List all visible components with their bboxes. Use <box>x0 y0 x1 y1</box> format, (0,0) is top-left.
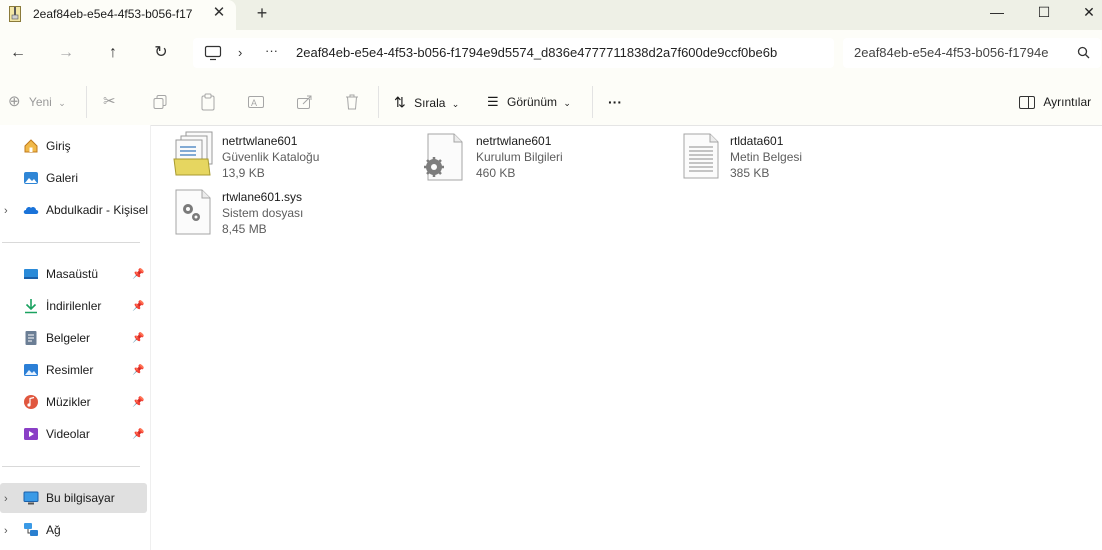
onedrive-cloud-icon <box>23 206 39 214</box>
sidebar-item-label: İndirilenler <box>46 299 102 313</box>
file-size: 385 KB <box>730 166 770 180</box>
svg-text:A: A <box>251 98 257 108</box>
sidebar-divider <box>2 242 140 243</box>
details-label: Ayrıntılar <box>1043 95 1092 109</box>
minimize-button[interactable]: — <box>974 0 1020 30</box>
file-type: Sistem dosyası <box>222 206 304 220</box>
more-button[interactable]: ··· <box>608 91 622 113</box>
sidebar-item-label: Ağ <box>46 523 61 537</box>
pictures-icon <box>24 364 38 376</box>
tab-close-icon[interactable]: ✕ <box>210 4 228 22</box>
download-icon <box>25 299 37 314</box>
archive-folder-icon <box>9 6 21 22</box>
back-icon[interactable]: ← <box>6 42 30 64</box>
pin-icon[interactable]: 📌 <box>132 333 144 344</box>
breadcrumb-chevron-icon[interactable]: › <box>238 45 242 60</box>
new-icon: ⊕ <box>8 93 21 110</box>
divider <box>378 86 379 118</box>
file-name: rtwlane601.sys <box>222 190 303 204</box>
security-catalog-icon <box>173 131 213 176</box>
breadcrumb-path[interactable]: 2eaf84eb-e5e4-4f53-b056-f1794e9d5574_d83… <box>296 45 777 60</box>
sidebar-item-label: Videolar <box>46 427 90 441</box>
tab-title: 2eaf84eb-e5e4-4f53-b056-f17 <box>33 7 193 21</box>
rename-icon[interactable]: A <box>247 93 265 111</box>
chevron-right-icon[interactable]: › <box>4 525 8 537</box>
sidebar-item-label: Masaüstü <box>46 267 99 281</box>
sidebar-item-label: Abdulkadir - Kişisel <box>46 203 149 217</box>
sidebar-item-label: Resimler <box>46 363 94 377</box>
up-icon[interactable]: ↑ <box>101 42 125 64</box>
file-name: netrtwlane601 <box>222 134 298 148</box>
videos-icon <box>24 428 38 440</box>
home-icon <box>24 139 38 153</box>
divider <box>86 86 87 118</box>
text-document-icon <box>683 133 719 179</box>
file-type: Güvenlik Kataloğu <box>222 150 320 164</box>
cut-icon[interactable]: ✂ <box>103 91 116 113</box>
setup-info-icon <box>424 133 463 181</box>
new-button[interactable]: ⊕ Yeni ⌄ <box>8 91 66 113</box>
search-icon[interactable] <box>1077 46 1090 59</box>
file-type: Kurulum Bilgileri <box>476 150 563 164</box>
divider <box>592 86 593 118</box>
delete-icon[interactable] <box>344 93 360 111</box>
music-icon <box>24 395 38 409</box>
file-name: netrtwlane601 <box>476 134 552 148</box>
file-size: 460 KB <box>476 166 516 180</box>
documents-icon <box>25 331 37 345</box>
forward-icon[interactable]: → <box>54 42 78 64</box>
sort-button[interactable]: ⇅ Sırala ⌄ <box>394 91 459 113</box>
system-file-icon <box>175 189 211 235</box>
refresh-icon[interactable]: ↻ <box>149 42 173 64</box>
search-input[interactable]: 2eaf84eb-e5e4-4f53-b056-f1794e <box>854 45 1064 60</box>
sidebar-item-label: Müzikler <box>46 395 91 409</box>
pin-icon[interactable]: 📌 <box>132 269 144 280</box>
gallery-icon <box>24 172 38 184</box>
view-icon: ☰ <box>487 94 499 109</box>
file-size: 13,9 KB <box>222 166 265 180</box>
network-icon <box>24 523 38 536</box>
file-type: Metin Belgesi <box>730 150 803 164</box>
chevron-down-icon: ⌄ <box>451 99 460 109</box>
details-pane-icon <box>1019 96 1035 110</box>
pin-icon[interactable]: 📌 <box>132 365 144 376</box>
sidebar-item-label: Giriş <box>46 139 71 153</box>
file-size: 8,45 MB <box>222 222 267 236</box>
desktop-icon <box>24 269 38 279</box>
maximize-button[interactable]: ☐ <box>1021 0 1067 30</box>
share-icon[interactable] <box>296 93 314 111</box>
pin-icon[interactable]: 📌 <box>132 397 144 408</box>
pin-icon[interactable]: 📌 <box>132 301 144 312</box>
paste-icon[interactable] <box>200 93 216 111</box>
this-pc-icon <box>23 491 39 505</box>
chevron-right-icon[interactable]: › <box>4 493 8 505</box>
sort-label: Sırala <box>414 96 446 110</box>
sidebar-item-label: Galeri <box>46 171 79 185</box>
breadcrumb-overflow[interactable]: ··· <box>265 43 278 58</box>
new-label: Yeni <box>28 95 52 109</box>
sidebar-divider <box>2 466 140 467</box>
new-tab-button[interactable]: + <box>253 3 271 23</box>
view-button[interactable]: ☰ Görünüm ⌄ <box>487 91 571 113</box>
sidebar-item-label: Belgeler <box>46 331 91 345</box>
chevron-down-icon: ⌄ <box>563 98 571 108</box>
file-name: rtldata601 <box>730 134 784 148</box>
close-button[interactable]: ✕ <box>1066 0 1102 30</box>
pin-icon[interactable]: 📌 <box>132 429 144 440</box>
chevron-down-icon: ⌄ <box>58 98 66 108</box>
sidebar-item-label: Bu bilgisayar <box>46 491 115 505</box>
copy-icon[interactable] <box>152 94 168 110</box>
details-button[interactable]: Ayrıntılar <box>1019 91 1091 113</box>
computer-icon <box>204 45 222 61</box>
sort-icon: ⇅ <box>394 94 406 110</box>
view-label: Görünüm <box>507 95 558 109</box>
